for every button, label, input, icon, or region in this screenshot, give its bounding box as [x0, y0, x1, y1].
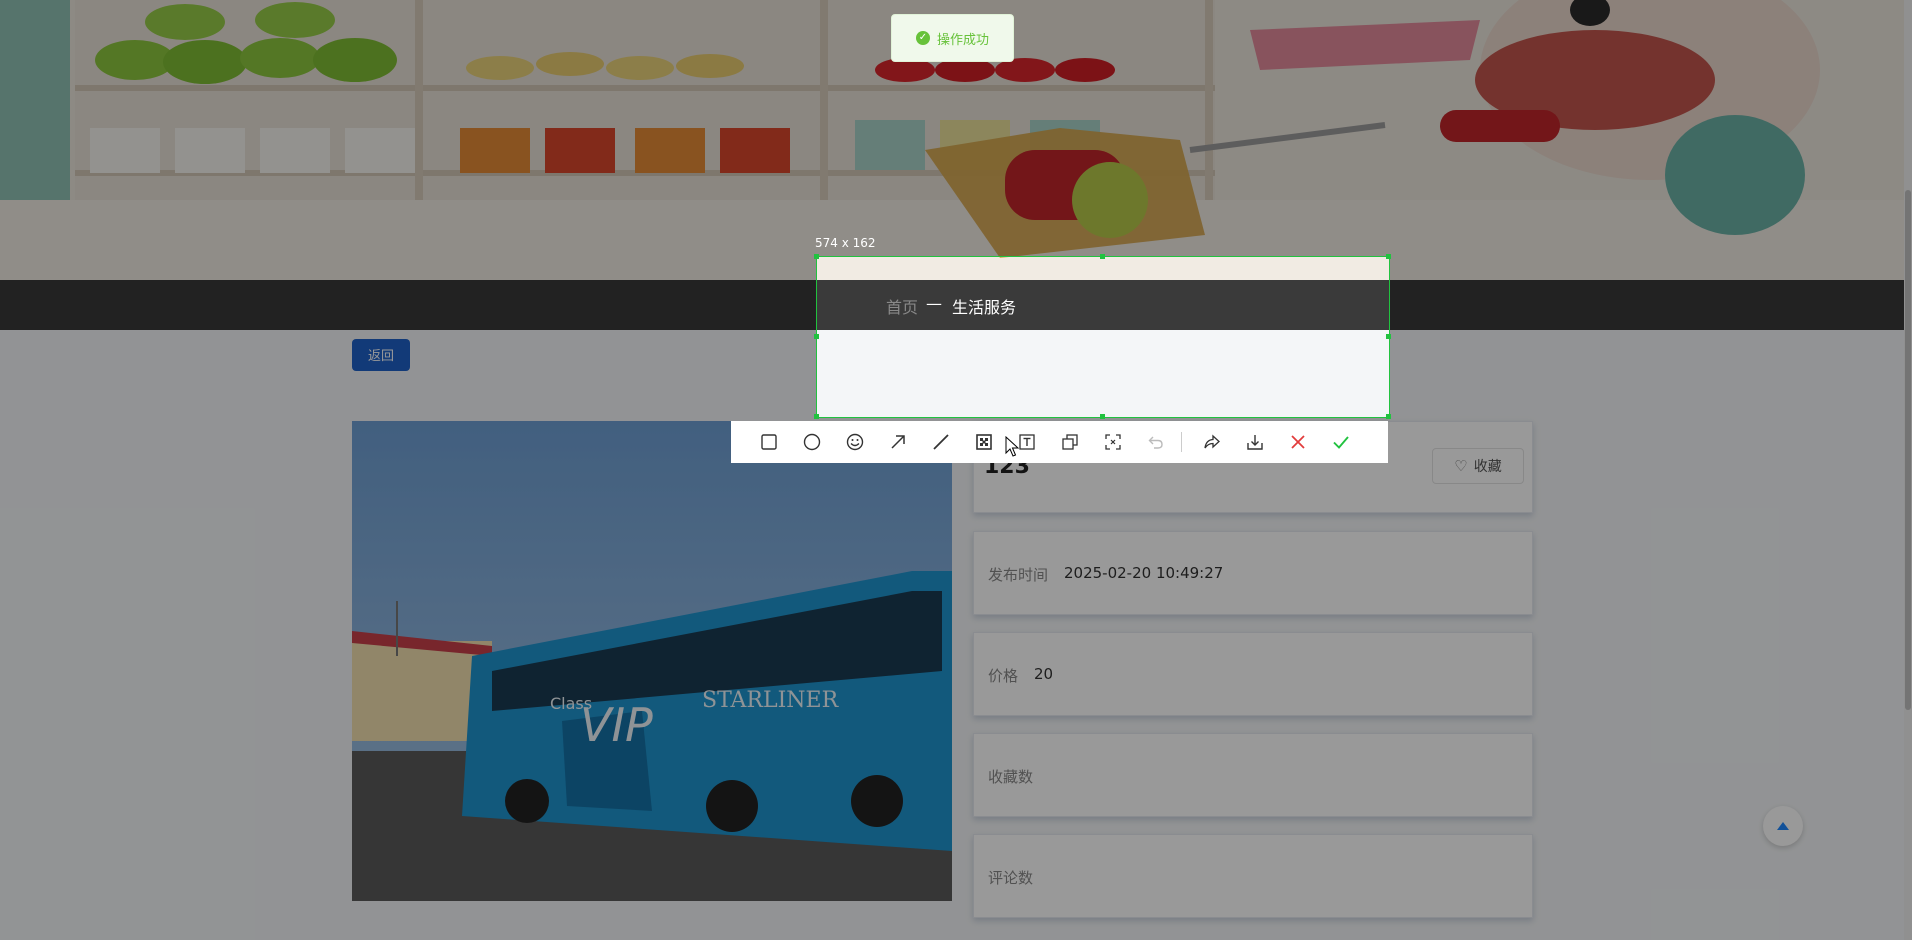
copy-icon [1061, 434, 1078, 450]
resize-handle-ml[interactable] [814, 334, 819, 339]
dim-overlay-right [1390, 256, 1912, 418]
success-toast: ✓ 操作成功 [891, 14, 1014, 62]
emoji-tool[interactable] [833, 421, 876, 463]
rectangle-icon [760, 434, 777, 450]
resize-handle-bm[interactable] [1100, 414, 1105, 419]
arrow-tool[interactable] [876, 421, 919, 463]
confirm-icon [1332, 436, 1349, 449]
text-icon [1018, 434, 1035, 450]
download-icon [1246, 435, 1263, 450]
dim-overlay-left [0, 256, 816, 418]
resize-handle-bl[interactable] [814, 414, 819, 419]
cancel-tool[interactable] [1276, 421, 1319, 463]
toolbar-divider [1181, 432, 1182, 452]
selection-size-label: 574 x 162 [815, 236, 876, 250]
resize-handle-tm[interactable] [1100, 254, 1105, 259]
mosaic-icon [975, 434, 992, 450]
screenshot-toolbar [731, 421, 1388, 463]
resize-handle-tr[interactable] [1386, 254, 1391, 259]
undo-icon [1148, 436, 1163, 449]
share-icon [1203, 434, 1220, 449]
resize-handle-mr[interactable] [1386, 334, 1391, 339]
ocr-tool[interactable] [1091, 421, 1134, 463]
arrow-icon [890, 435, 905, 449]
copy-tool[interactable] [1048, 421, 1091, 463]
confirm-tool[interactable] [1319, 421, 1362, 463]
line-tool[interactable] [919, 421, 962, 463]
capture-selection[interactable] [816, 256, 1390, 418]
ellipse-icon [803, 433, 820, 451]
resize-handle-br[interactable] [1386, 414, 1391, 419]
download-tool[interactable] [1233, 421, 1276, 463]
mouse-cursor-icon [1005, 436, 1019, 457]
share-tool[interactable] [1190, 421, 1233, 463]
close-icon [1290, 435, 1305, 449]
success-check-icon: ✓ [915, 31, 930, 45]
resize-handle-tl[interactable] [814, 254, 819, 259]
undo-tool[interactable] [1134, 421, 1177, 463]
dim-overlay-bottom [0, 418, 1912, 940]
mosaic-tool[interactable] [962, 421, 1005, 463]
ellipse-tool[interactable] [790, 421, 833, 463]
ocr-icon [1104, 434, 1121, 450]
toast-message: 操作成功 [936, 32, 989, 48]
line-icon [932, 434, 949, 450]
emoji-icon [846, 433, 863, 451]
rectangle-tool[interactable] [747, 421, 790, 463]
